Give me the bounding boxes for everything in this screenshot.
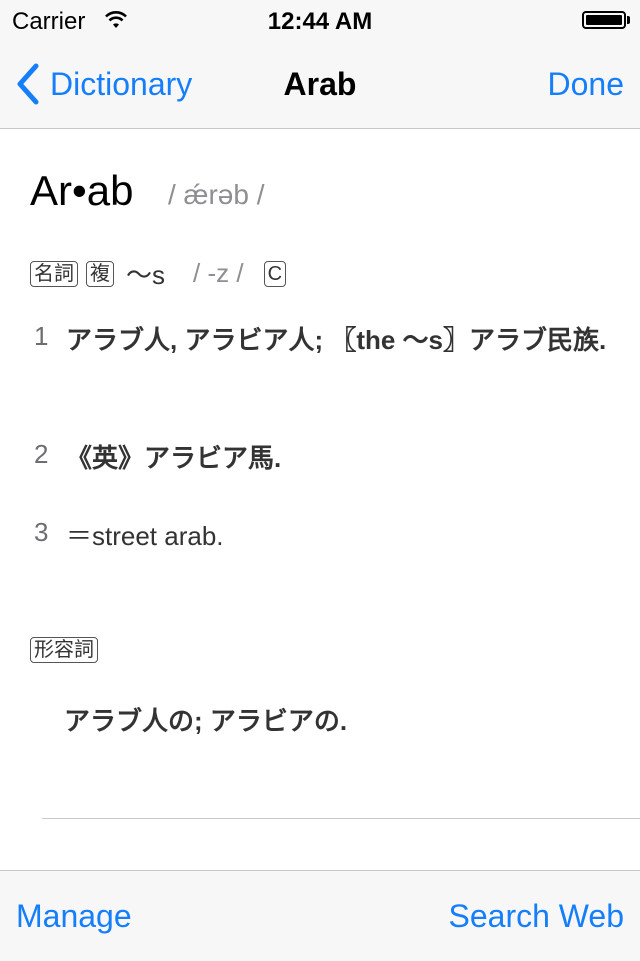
navigation-bar: Dictionary Arab Done <box>0 40 640 128</box>
battery-nub <box>627 16 630 24</box>
countable-badge: C <box>263 260 287 287</box>
bottom-toolbar: Manage Search Web <box>0 870 640 961</box>
done-button[interactable]: Done <box>548 40 625 128</box>
noun-label-badge: 名詞 <box>30 260 78 287</box>
battery-icon <box>582 11 626 29</box>
plural-pronunciation: / -z / <box>193 258 244 288</box>
adjective-label-badge: 形容詞 <box>30 637 98 663</box>
headword: Ar•ab <box>30 167 134 214</box>
manage-button[interactable]: Manage <box>16 871 132 961</box>
sense-text: 《英》アラビア馬. <box>66 443 282 473</box>
plural-label-badge: 複 <box>86 260 114 287</box>
plural-form: 〜s <box>126 260 166 290</box>
sense-number: 1 <box>34 321 49 351</box>
dictionary-entry: Ar•ab / ǽrəb / 名詞 複 〜s / -z / C 1 アラブ人, … <box>0 129 640 870</box>
sense-number: 2 <box>34 439 49 469</box>
sense-text: アラブ人, アラビア人; 〖the 〜s〗アラブ民族. <box>66 325 607 355</box>
noun-header: 名詞 複 〜s / -z / C <box>30 255 294 292</box>
sense-text: ＝street arab. <box>66 521 224 551</box>
status-bar: Carrier 12:44 AM <box>0 0 640 40</box>
status-time: 12:44 AM <box>267 8 373 35</box>
search-web-button[interactable]: Search Web <box>449 871 625 961</box>
adjective-header: 形容詞 <box>30 637 106 663</box>
sense-number: 3 <box>34 517 49 547</box>
top-bar: Carrier 12:44 AM Dictionary Arab Done <box>0 0 640 129</box>
adjective-definition: アラブ人の; アラビアの. <box>64 706 348 736</box>
page-title: Arab <box>283 66 357 102</box>
divider <box>42 818 640 819</box>
pronunciation: / ǽrəb / <box>168 179 265 210</box>
